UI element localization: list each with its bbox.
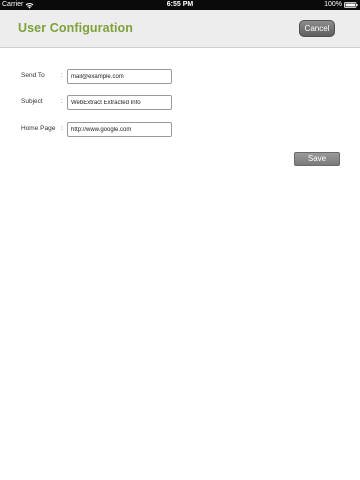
home-page-input[interactable]	[67, 122, 172, 137]
battery-icon	[344, 2, 358, 8]
page-title: User Configuration	[18, 21, 133, 35]
status-bar: Carrier 6:55 PM 100%	[0, 0, 360, 10]
send-to-colon: :	[61, 72, 63, 79]
subject-row: Subject :	[0, 95, 360, 111]
send-to-row: Send To :	[0, 69, 360, 85]
subject-label: Subject	[21, 98, 43, 105]
save-button[interactable]: Save	[294, 152, 340, 166]
status-battery: 100%	[324, 0, 358, 10]
send-to-label: Send To	[21, 72, 45, 79]
battery-percent: 100%	[324, 1, 342, 8]
home-page-row: Home Page :	[0, 122, 360, 138]
send-to-input[interactable]	[67, 69, 172, 84]
header: User Configuration Cancel	[0, 10, 360, 48]
subject-colon: :	[61, 98, 63, 105]
home-page-label: Home Page	[21, 125, 56, 132]
status-time: 6:55 PM	[166, 1, 194, 8]
cancel-button[interactable]: Cancel	[299, 20, 335, 37]
home-page-colon: :	[61, 125, 63, 132]
screen: Carrier 6:55 PM 100% User Configuration …	[0, 0, 360, 480]
subject-input[interactable]	[67, 95, 172, 110]
